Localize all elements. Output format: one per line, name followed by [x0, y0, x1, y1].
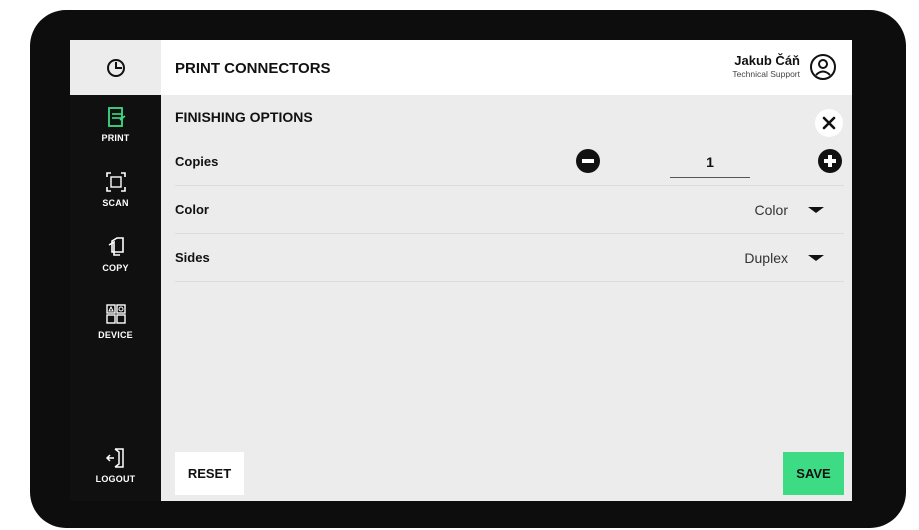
- color-label: Color: [175, 202, 209, 217]
- sidebar-item-logout[interactable]: LOGOUT: [70, 447, 161, 484]
- caret-down-icon: [808, 207, 824, 213]
- sidebar-item-label: LOGOUT: [95, 474, 136, 484]
- save-button[interactable]: SAVE: [783, 452, 844, 495]
- logout-icon: [105, 448, 124, 468]
- sides-select[interactable]: Duplex: [744, 242, 824, 274]
- decrement-button[interactable]: [575, 148, 601, 174]
- sidebar-item-label: PRINT: [101, 133, 130, 143]
- increment-button[interactable]: [817, 148, 843, 174]
- caret-down-icon: [808, 255, 824, 261]
- section-title: FINISHING OPTIONS: [175, 109, 313, 125]
- scan-icon: [105, 172, 126, 192]
- device-icon: [105, 304, 126, 324]
- sides-select-value: Duplex: [744, 250, 788, 266]
- close-icon: [822, 116, 836, 130]
- sidebar-item-label: SCAN: [102, 198, 129, 208]
- copy-icon: [108, 237, 124, 256]
- sidebar-item-copy[interactable]: COPY: [70, 236, 161, 273]
- copies-label: Copies: [175, 154, 219, 169]
- print-icon: [107, 107, 125, 127]
- copies-row: Copies: [175, 138, 844, 186]
- sides-label: Sides: [175, 250, 210, 265]
- account-icon[interactable]: [808, 52, 838, 82]
- user-role: Technical Support: [732, 69, 800, 79]
- color-select-value: Color: [754, 202, 788, 218]
- color-row: Color Color: [175, 186, 844, 234]
- sidebar-item-device[interactable]: DEVICE: [70, 303, 161, 340]
- reset-button[interactable]: RESET: [175, 452, 244, 495]
- sidebar-item-scan[interactable]: SCAN: [70, 171, 161, 208]
- user-name: Jakub Čáň: [734, 53, 800, 68]
- color-select[interactable]: Color: [755, 194, 824, 226]
- app-logo-icon: [106, 58, 125, 77]
- page-title: PRINT CONNECTORS: [175, 60, 331, 77]
- copies-input[interactable]: [670, 146, 750, 178]
- sides-row: Sides Duplex: [175, 234, 844, 282]
- logo: [70, 40, 161, 95]
- sidebar-item-print[interactable]: PRINT: [70, 106, 161, 143]
- sidebar-item-label: COPY: [102, 263, 129, 273]
- screen: PRINT SCAN COPY DEVICE LOGOUT PRINT CONN…: [70, 40, 852, 501]
- sidebar: PRINT SCAN COPY DEVICE LOGOUT: [70, 40, 161, 501]
- header: PRINT CONNECTORS Jakub Čáň Technical Sup…: [161, 40, 852, 95]
- sidebar-item-label: DEVICE: [98, 330, 133, 340]
- close-button[interactable]: [815, 109, 843, 137]
